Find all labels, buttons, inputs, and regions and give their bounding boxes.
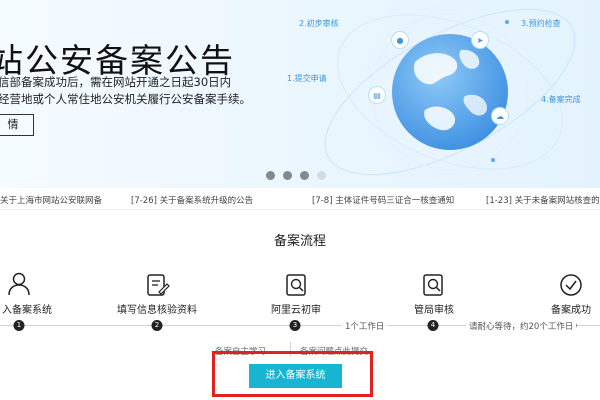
edit-form-icon <box>147 274 170 296</box>
duration-step-3: 1个工作日 <box>342 320 388 332</box>
news-item[interactable]: 关于上海市网站公安联网备 <box>0 194 102 206</box>
send-node-icon: ➤ <box>471 31 489 49</box>
carousel-dot[interactable] <box>266 171 275 180</box>
globe-illustration: 2.初步审核 3.预约检查 1.提交申请 4.备案完成 ● ➤ ▤ ☁ <box>275 0 600 188</box>
search-doc-icon <box>286 274 306 296</box>
news-item[interactable]: [1-23] 关于未备案网站核查的公 <box>486 194 600 206</box>
step-label: 备案成功 <box>551 305 591 316</box>
review-doc-icon <box>423 274 443 296</box>
banner-description: 信部备案成功后，需在网站开通之日起30日内 经营地或个人常住地公安机关履行公安备… <box>0 74 251 108</box>
step-label: 阿里云初审 <box>271 305 321 316</box>
step-label: 管局审核 <box>414 305 454 316</box>
enter-filing-system-button[interactable]: 进入备案系统 <box>249 364 342 388</box>
step-number: 2 <box>151 320 163 331</box>
check-circle-icon <box>560 274 582 296</box>
step-number: 4 <box>427 320 439 331</box>
step-number: 1 <box>13 320 25 331</box>
banner-step-4-label: 4.备案完成 <box>541 95 581 104</box>
step-label: 填写信息核验资料 <box>117 305 197 316</box>
banner-step-1-label: 1.提交申请 <box>287 74 327 83</box>
banner-desc-line-1: 信部备案成功后，需在网站开通之日起30日内 <box>0 75 232 89</box>
news-item[interactable]: [7-8] 主体证件号码三证合一核查通知 <box>312 194 454 206</box>
banner-step-3-label: 3.预约检查 <box>521 19 561 28</box>
banner-desc-line-2: 经营地或个人常住地公安机关履行公安备案手续。 <box>0 92 251 106</box>
step-number: 3 <box>289 320 301 331</box>
carousel-dot-active[interactable] <box>317 171 326 180</box>
document-node-icon: ▤ <box>368 86 386 104</box>
view-details-button[interactable]: 情 <box>0 114 34 136</box>
cloud-node-icon: ☁ <box>491 107 509 125</box>
carousel-dots <box>266 171 326 180</box>
step-label: 入备案系统 <box>2 305 52 316</box>
user-node-icon: ● <box>391 31 409 49</box>
news-ticker: 关于上海市网站公安联网备 [7-26] 关于备案系统升级的公告 [7-8] 主体… <box>0 188 600 210</box>
banner-step-2-label: 2.初步审核 <box>299 19 339 28</box>
carousel-dot[interactable] <box>283 171 292 180</box>
user-icon <box>8 272 30 296</box>
duration-step-4: 请耐心等待，约20个工作日 <box>466 320 577 332</box>
announcement-banner: 站公安备案公告 信部备案成功后，需在网站开通之日起30日内 经营地或个人常住地公… <box>0 0 600 188</box>
news-item[interactable]: [7-26] 关于备案系统升级的公告 <box>131 194 253 206</box>
carousel-dot[interactable] <box>300 171 309 180</box>
process-title: 备案流程 <box>273 234 326 249</box>
